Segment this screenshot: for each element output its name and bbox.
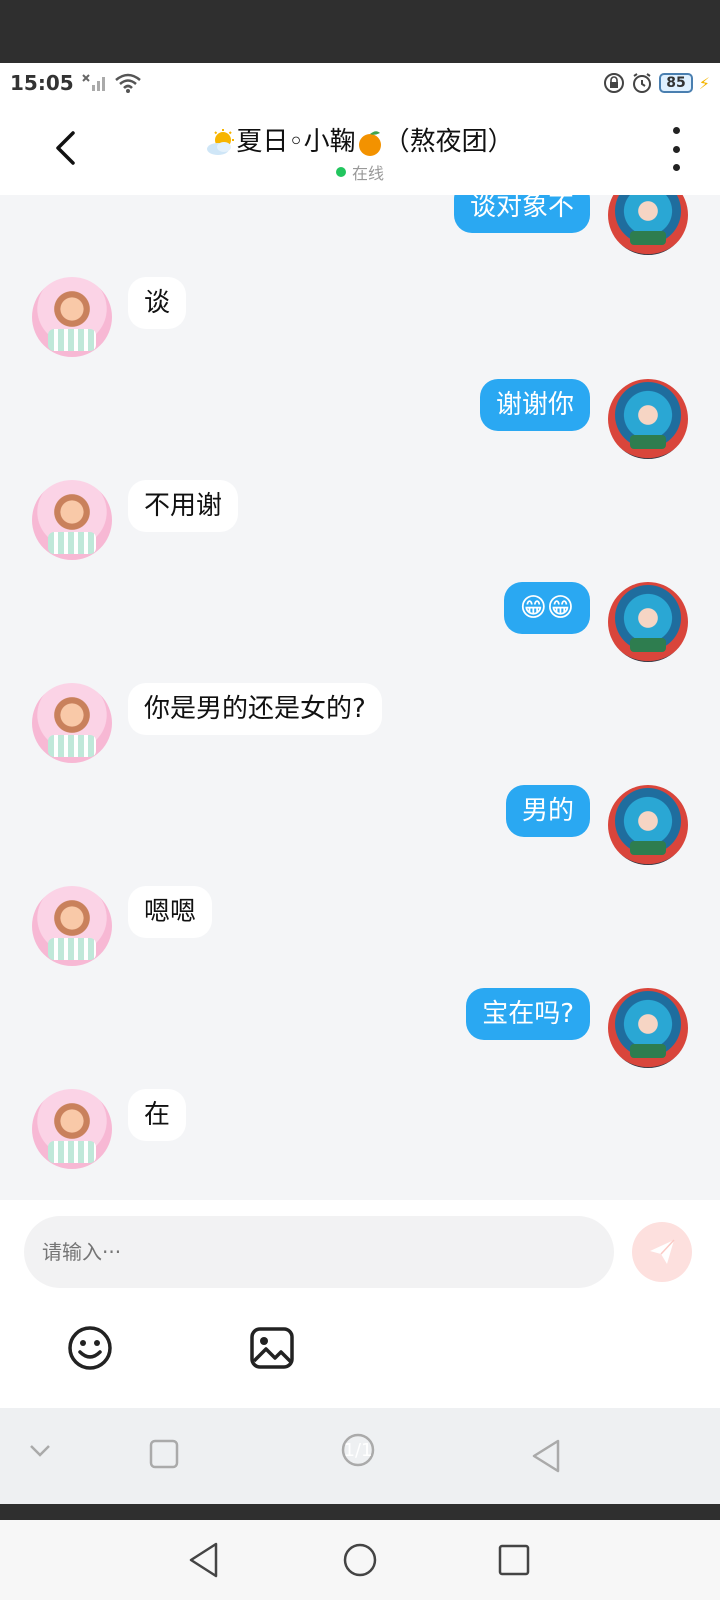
composer-panel [0,1200,720,1408]
charging-icon: ⚡ [698,73,710,93]
message-bubble-received[interactable]: 谈 [128,277,187,329]
chevron-down-icon [30,1445,50,1457]
triangle-left-icon [532,1439,560,1473]
message-row-received: 嗯嗯 [32,886,213,966]
message-row-received: 在 [32,1089,187,1169]
system-nav-bar [0,1520,720,1600]
sun-behind-cloud-icon [207,128,235,155]
image-picker-button[interactable] [248,1324,296,1372]
message-row-sent: 谈对象不 [453,195,688,255]
online-status-label: 在线 [351,164,384,183]
my-avatar[interactable] [608,988,688,1068]
my-avatar[interactable] [608,785,688,865]
more-dot-icon [672,164,680,171]
emoji-button[interactable] [66,1324,114,1372]
clipboard-button[interactable] [148,1438,180,1474]
message-bubble-sent[interactable]: 😁😁 [503,582,590,634]
message-bubble-received[interactable]: 不用谢 [128,480,239,532]
online-status: 在线 [120,160,600,184]
message-bubble-received[interactable]: 嗯嗯 [128,886,213,938]
my-avatar[interactable] [608,582,688,662]
message-bubble-sent[interactable]: 男的 [505,785,590,837]
tangerine-icon [358,130,381,156]
message-row-sent: 😁😁 [503,582,688,662]
page-indicator: 1/1 [343,1440,373,1461]
contact-avatar[interactable] [32,886,112,966]
more-options-button[interactable] [666,127,686,171]
message-row-sent: 宝在吗? [466,988,688,1068]
message-bubble-received[interactable]: 在 [128,1089,187,1141]
keyboard-switch-button[interactable]: 1/1 [338,1430,378,1474]
nav-back-button[interactable] [186,1540,226,1580]
ime-back-button[interactable] [530,1438,562,1478]
keyboard-toolbar: 1/1 [0,1408,720,1504]
message-row-sent: 男的 [505,785,688,865]
square-icon [149,1439,179,1469]
chat-title-block: 夏日◦小鞠 （熬夜团） 在线 [120,121,600,184]
title-name: 夏日◦小鞠 [236,127,356,157]
top-dark-bar [0,0,720,63]
square-icon [498,1544,530,1576]
divider [0,1504,720,1520]
more-dot-icon [672,145,680,153]
contact-avatar[interactable] [32,277,112,357]
collapse-keyboard-button[interactable] [28,1438,52,1466]
lock-rotation-icon [604,73,625,93]
contact-avatar[interactable] [32,683,112,763]
chat-message-list[interactable]: 谈对象不 谈 谢谢你 不用谢 😁😁 你是男的还是女的? 男的 嗯嗯 宝在吗? 在 [0,195,720,1200]
message-bubble-sent[interactable]: 谢谢你 [479,379,590,431]
battery-icon: 85 [659,73,693,93]
my-avatar[interactable] [608,379,688,459]
contact-avatar[interactable] [32,480,112,560]
message-row-received: 你是男的还是女的? [32,683,382,763]
status-time: 15:05 [10,71,74,95]
message-row-received: 谈 [32,277,187,357]
smiley-icon [68,1326,112,1370]
contact-avatar[interactable] [32,1089,112,1169]
signal-off-icon [81,74,105,91]
message-row-sent: 谢谢你 [479,379,688,459]
chevron-left-icon [56,131,75,165]
online-dot-icon [335,167,346,177]
back-button[interactable] [40,123,90,173]
triangle-left-icon [189,1542,218,1578]
nav-home-button[interactable] [340,1540,380,1580]
message-bubble-received[interactable]: 你是男的还是女的? [128,683,382,735]
status-bar: 15:05 85 ⚡ [0,63,720,103]
my-avatar[interactable] [608,195,688,255]
message-bubble-sent[interactable]: 谈对象不 [453,195,590,233]
nav-recents-button[interactable] [494,1540,534,1580]
circle-icon [343,1543,377,1577]
message-bubble-sent[interactable]: 宝在吗? [466,988,590,1040]
message-row-received: 不用谢 [32,480,239,560]
wifi-icon [114,73,141,93]
message-input[interactable] [24,1216,614,1288]
paper-plane-icon [650,1239,675,1264]
chat-header: 夏日◦小鞠 （熬夜团） 在线 [0,103,720,195]
alarm-icon [633,73,652,93]
page-title: 夏日◦小鞠 （熬夜团） [120,121,600,158]
title-group: （熬夜团） [383,127,514,157]
image-icon [250,1327,294,1369]
send-button[interactable] [632,1222,692,1282]
more-dot-icon [672,127,680,134]
